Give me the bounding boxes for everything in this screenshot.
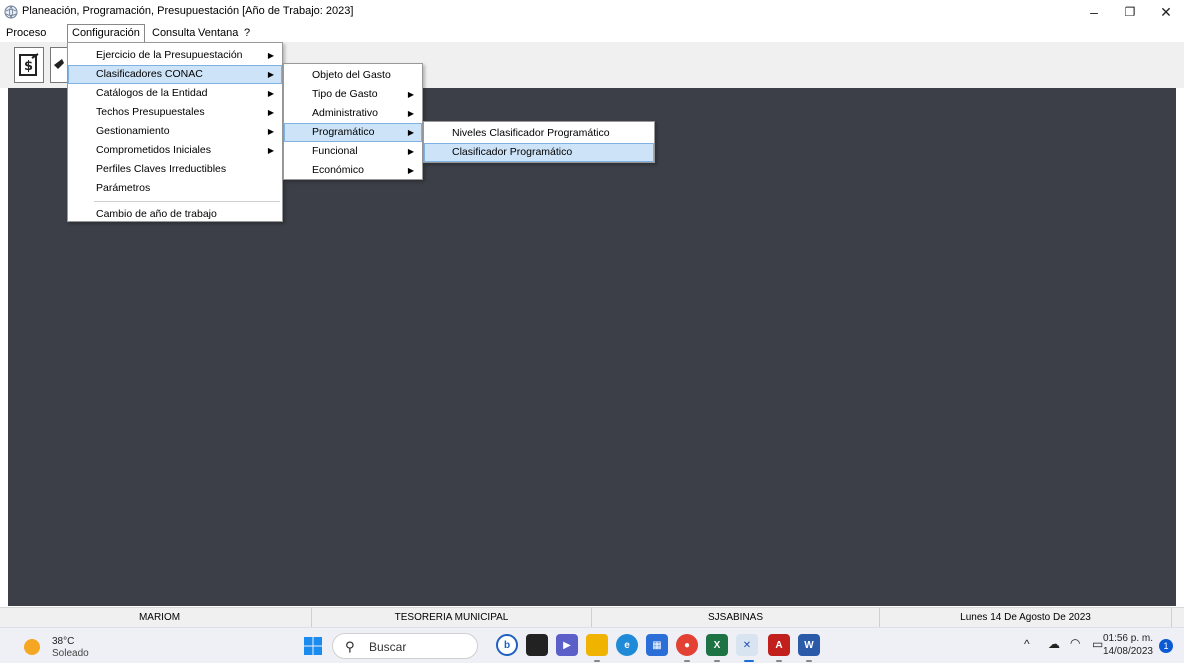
programatico-dropdown: Niveles Clasificador Programático Clasif… [423,121,655,163]
status-user: MARIOM [8,608,312,628]
minimize-icon: – [1090,4,1098,20]
close-button[interactable]: ✕ [1148,0,1184,24]
weather-temperature[interactable]: 38°C [52,636,74,647]
submenu-arrow-icon: ▶ [267,89,274,98]
dollar-document-icon: $ [19,53,39,76]
status-department: TESORERIA MUNICIPAL [312,608,592,628]
chrome-browser-icon[interactable]: ● [676,634,698,656]
tool-icon [54,59,64,69]
menu-item-parametros[interactable]: Parámetros [68,179,282,198]
taskbar-search-box[interactable]: ⚲ Buscar [332,633,478,659]
submenu-arrow-icon: ▶ [407,128,414,137]
status-bar: MARIOM TESORERIA MUNICIPAL SJSABINAS Lun… [0,607,1184,628]
restore-icon: ❐ [1124,5,1136,19]
restore-button[interactable]: ❐ [1112,0,1148,24]
app-globe-icon [4,5,18,19]
submenu-arrow-icon: ▶ [267,108,274,117]
windows-start-icon[interactable] [303,636,323,656]
onedrive-cloud-icon[interactable]: ☁ [1048,637,1060,651]
clock-date[interactable]: 14/08/2023 [1098,646,1153,657]
sun-icon[interactable] [24,639,40,655]
planning-app-icon[interactable]: ✕ [736,634,758,656]
search-icon: ⚲ [345,639,355,654]
secondary-toolbar-button[interactable] [50,47,67,83]
word-icon[interactable]: W [798,634,820,656]
submenu-arrow-icon: ▶ [267,146,274,155]
submenu-arrow-icon: ▶ [407,147,414,156]
submenu-arrow-icon: ▶ [267,70,274,79]
menu-item-clasificador-programatico[interactable]: Clasificador Programático [424,143,654,162]
menu-item-gestionamiento[interactable]: Gestionamiento ▶ [68,122,282,141]
wifi-icon[interactable]: ◠ [1070,636,1080,650]
bing-icon[interactable]: b [496,634,518,656]
window-title: Planeación, Programación, Presupuestació… [22,5,354,17]
submenu-arrow-icon: ▶ [407,109,414,118]
menu-separator [94,201,280,202]
clasificadores-dropdown: Objeto del Gasto Tipo de Gasto ▶ Administ… [283,63,423,180]
menu-item-programatico[interactable]: Programático ▶ [284,123,422,142]
store-icon[interactable]: ▦ [646,634,668,656]
submenu-arrow-icon: ▶ [407,166,414,175]
submenu-arrow-icon: ▶ [267,127,274,136]
submenu-arrow-icon: ▶ [407,90,414,99]
pdf-reader-icon[interactable]: A [768,634,790,656]
menu-item-ejercicio[interactable]: Ejercicio de la Presupuestación ▶ [68,46,282,65]
notification-badge[interactable]: 1 [1159,639,1173,653]
status-database: SJSABINAS [592,608,880,628]
menu-item-niveles-clasificador[interactable]: Niveles Clasificador Programático [424,124,654,143]
menu-item-economico[interactable]: Económico ▶ [284,161,422,180]
menu-bar: Proceso Configuración Consulta Ventana ? [0,24,1184,43]
menu-item-perfiles[interactable]: Perfiles Claves Irreductibles [68,160,282,179]
clock-time[interactable]: 01:56 p. m. [1098,633,1153,644]
menu-proceso[interactable]: Proceso [2,24,50,42]
menu-item-catalogos[interactable]: Catálogos de la Entidad ▶ [68,84,282,103]
minimize-button[interactable]: – [1076,0,1112,24]
weather-description[interactable]: Soleado [52,648,89,659]
task-view-icon[interactable] [526,634,548,656]
menu-ventana[interactable]: Ventana [194,24,242,42]
menu-item-funcional[interactable]: Funcional ▶ [284,142,422,161]
edge-browser-icon[interactable]: e [616,634,638,656]
close-icon: ✕ [1160,3,1172,20]
excel-icon[interactable]: X [706,634,728,656]
taskbar: 38°C Soleado ⚲ Buscar b ▶ e ▦ ● X ✕ A W … [0,627,1184,663]
budget-toolbar-button[interactable]: $ [14,47,44,83]
search-placeholder: Buscar [369,640,407,654]
submenu-arrow-icon: ▶ [267,51,274,60]
menu-configuracion[interactable]: Configuración [67,24,145,43]
teams-chat-icon[interactable]: ▶ [556,634,578,656]
menu-item-cambio-anio[interactable]: Cambio de año de trabajo [68,205,282,224]
menu-item-tipo-gasto[interactable]: Tipo de Gasto ▶ [284,85,422,104]
menu-help[interactable]: ? [240,24,254,42]
menu-item-objeto-gasto[interactable]: Objeto del Gasto [284,66,422,85]
svg-text:$: $ [24,59,33,74]
configuracion-dropdown: Ejercicio de la Presupuestación ▶ Clasifi… [67,42,283,222]
menu-item-comprometidos[interactable]: Comprometidos Iniciales ▶ [68,141,282,160]
status-date: Lunes 14 De Agosto De 2023 [880,608,1172,628]
menu-item-administrativo[interactable]: Administrativo ▶ [284,104,422,123]
menu-item-techos[interactable]: Techos Presupuestales ▶ [68,103,282,122]
menu-item-clasificadores-conac[interactable]: Clasificadores CONAC ▶ [68,65,282,84]
menu-consulta[interactable]: Consulta [148,24,199,42]
file-explorer-icon[interactable] [586,634,608,656]
tray-chevron-up-icon[interactable]: ^ [1024,637,1030,651]
title-bar: Planeación, Programación, Presupuestació… [0,0,1184,24]
